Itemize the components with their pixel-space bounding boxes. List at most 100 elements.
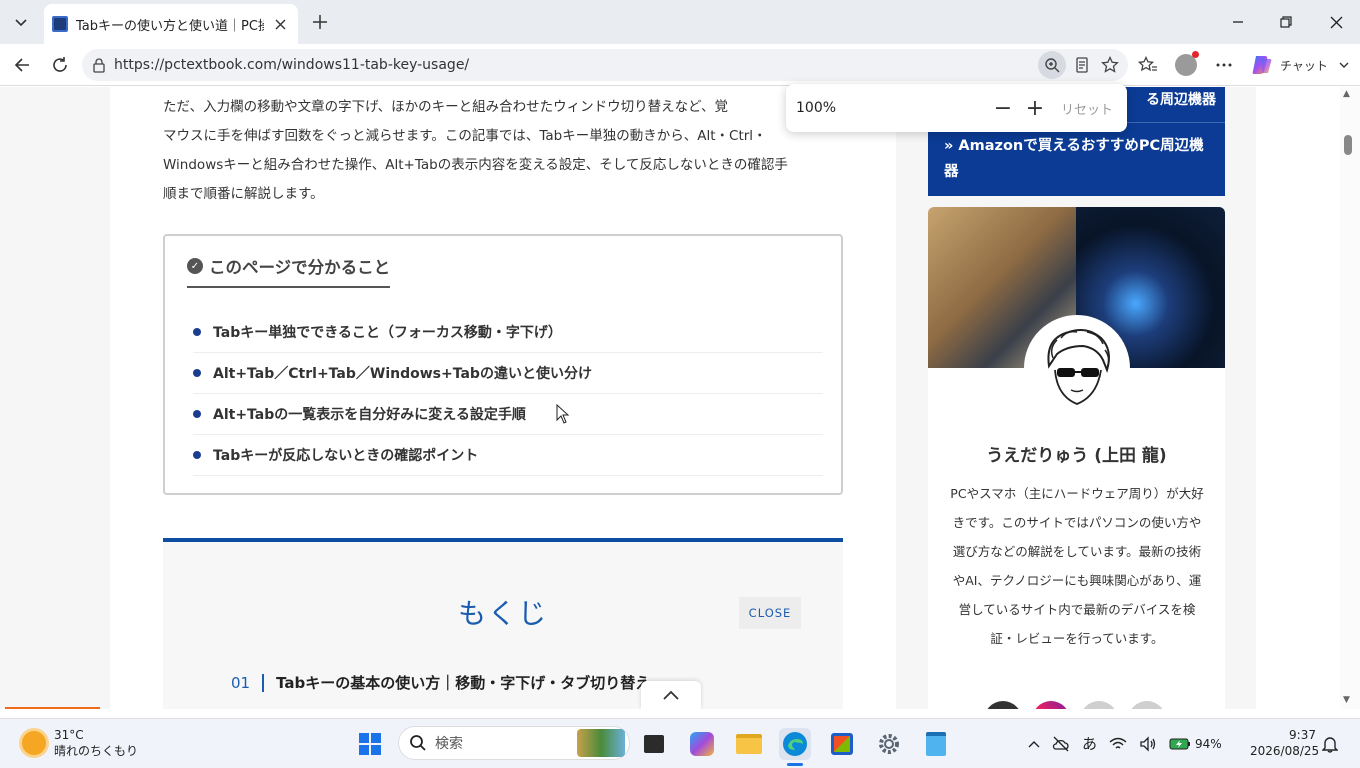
url-text: https://pctextbook.com/windows11-tab-key…: [114, 57, 470, 73]
clock[interactable]: 9:37 2026/08/25: [1250, 727, 1320, 759]
zoom-indicator-button[interactable]: [1038, 51, 1066, 79]
favorites-list-icon: [1138, 56, 1157, 72]
social-icon[interactable]: [1080, 701, 1118, 709]
list-item-text: Alt+Tab／Ctrl+Tab／Windows+Tabの違いと使い分け: [213, 366, 592, 382]
window-close-button[interactable]: [1312, 0, 1360, 44]
task-view-button[interactable]: [638, 728, 670, 760]
tab-close-button[interactable]: [270, 14, 290, 34]
list-item: Alt+Tab／Ctrl+Tab／Windows+Tabの違いと使い分け: [193, 353, 823, 394]
tab-actions-menu-button[interactable]: [6, 8, 36, 36]
intro-paragraph: ただ、入力欄の移動や文章の字下げ、ほかのキーと組み合わせたウィンドウ切り替えなど…: [163, 93, 845, 209]
profile-button[interactable]: [1172, 51, 1200, 79]
battery-charging-icon: [1169, 738, 1191, 749]
address-bar[interactable]: https://pctextbook.com/windows11-tab-key…: [82, 49, 1128, 81]
bullet-icon: [193, 369, 201, 377]
date: 2026/08/25: [1250, 744, 1320, 758]
bullet-icon: [193, 410, 201, 418]
list-item: Tabキーが反応しないときの確認ポイント: [193, 435, 823, 476]
battery-status[interactable]: 94%: [1169, 737, 1222, 751]
table-of-contents: もくじ CLOSE 01 Tabキーの基本の使い方｜移動・字下げ・タブ切り替え: [163, 538, 843, 709]
zoom-out-button[interactable]: −: [987, 92, 1019, 124]
store-app-button[interactable]: [826, 728, 858, 760]
summary-title-text: このページで分かること: [209, 258, 391, 277]
task-view-icon: [644, 735, 664, 753]
restore-icon: [1280, 16, 1292, 28]
list-item-text: Tabキーが反応しないときの確認ポイント: [213, 448, 479, 464]
social-icon[interactable]: [1128, 701, 1166, 709]
zoom-icon: [1045, 58, 1060, 73]
toc-close-button[interactable]: CLOSE: [739, 597, 801, 629]
system-tray: あ 94%: [1028, 733, 1222, 754]
scrollbar-thumb[interactable]: [1344, 135, 1352, 155]
new-tab-button[interactable]: [306, 8, 334, 36]
x-social-icon[interactable]: [984, 701, 1022, 709]
social-links: [984, 701, 1166, 709]
copilot-button[interactable]: チャット: [1250, 50, 1354, 80]
active-tab[interactable]: Tabキーの使い方と使い道｜PC操作を: [44, 4, 298, 44]
instagram-social-icon[interactable]: [1032, 701, 1070, 709]
sun-cloud-icon: [22, 731, 46, 755]
gear-icon: [879, 734, 899, 754]
page-left-margin: [0, 87, 110, 709]
search-placeholder: 検索: [435, 736, 463, 752]
speaker-icon[interactable]: [1139, 735, 1157, 752]
intro-line: 順まで順番に解説します。: [163, 186, 324, 202]
list-item-text: Alt+Tabの一覧表示を自分好みに変える設定手順: [213, 407, 526, 423]
minimize-button[interactable]: [1214, 0, 1262, 44]
close-icon: [1330, 16, 1342, 28]
m365-app-button[interactable]: [686, 728, 718, 760]
summary-box: ✓ このページで分かること Tabキー単独でできること（フォーカス移動・字下げ）…: [163, 234, 843, 495]
restore-button[interactable]: [1262, 0, 1310, 44]
windows-taskbar: 31°C 晴れのちくもり 検索 あ 94% 9:37 2026/08/25: [0, 718, 1360, 768]
toc-divider: [262, 673, 265, 692]
scroll-down-arrow-icon[interactable]: ▼: [1343, 695, 1350, 705]
cloud-offline-icon[interactable]: [1052, 735, 1070, 753]
chevron-up-icon[interactable]: [1028, 740, 1040, 748]
back-to-top-button[interactable]: [641, 681, 701, 709]
ime-indicator[interactable]: あ: [1082, 733, 1097, 754]
refresh-button[interactable]: [43, 48, 77, 82]
zoom-level: 100%: [796, 100, 837, 116]
web-page: ただ、入力欄の移動や文章の字下げ、ほかのキーと組み合わせたウィンドウ切り替えなど…: [0, 87, 1360, 709]
taskbar-search-box[interactable]: 検索: [398, 726, 630, 760]
start-button[interactable]: [354, 728, 386, 760]
temperature: 31°C: [54, 728, 84, 742]
intro-line: マウスに手を伸ばす回数をぐっと減らせます。この記事では、Tabキー単独の動きから…: [163, 128, 767, 144]
favorite-button[interactable]: [1096, 51, 1124, 79]
reader-icon: [1076, 57, 1088, 73]
vertical-scrollbar[interactable]: ▲ ▼: [1340, 87, 1360, 709]
weather-text: 31°C 晴れのちくもり: [54, 727, 138, 759]
chevron-down-icon: [1339, 62, 1349, 68]
search-highlight-icon: [577, 729, 625, 757]
bullet-icon: [193, 328, 201, 336]
author-avatar: [1024, 315, 1130, 421]
plus-icon: [313, 15, 327, 29]
notification-button[interactable]: [1321, 735, 1339, 757]
back-button[interactable]: [5, 48, 39, 82]
wifi-icon[interactable]: [1109, 737, 1127, 751]
weather-widget[interactable]: 31°C 晴れのちくもり: [22, 727, 138, 759]
copilot-label: チャット: [1280, 58, 1328, 73]
settings-app-button[interactable]: [873, 728, 905, 760]
avatar-icon: [1175, 51, 1199, 76]
list-item: Alt+Tabの一覧表示を自分好みに変える設定手順: [193, 394, 823, 435]
favorites-button[interactable]: [1134, 51, 1162, 79]
reading-progress-bar: [5, 707, 100, 709]
zoom-reset-button[interactable]: リセット: [1057, 93, 1117, 123]
reading-view-button[interactable]: [1068, 51, 1096, 79]
toc-item-link[interactable]: 01 Tabキーの基本の使い方｜移動・字下げ・タブ切り替え: [231, 672, 650, 693]
store-icon: [831, 733, 853, 755]
scroll-up-arrow-icon[interactable]: ▲: [1343, 89, 1350, 99]
refresh-icon: [53, 57, 67, 72]
file-explorer-button[interactable]: [733, 728, 765, 760]
list-item: Tabキー単独でできること（フォーカス移動・字下げ）: [193, 312, 823, 353]
copilot-icon: [1252, 56, 1272, 74]
site-favicon-icon: [52, 16, 68, 32]
amazon-link[interactable]: » Amazonで買えるおすすめPC周辺機器: [944, 133, 1216, 185]
notepad-app-button[interactable]: [920, 728, 952, 760]
edge-app-button[interactable]: [779, 728, 811, 766]
settings-more-button[interactable]: [1210, 51, 1238, 79]
zoom-in-button[interactable]: +: [1019, 92, 1051, 124]
arrow-left-icon: [14, 58, 29, 72]
active-app-indicator: [787, 763, 803, 766]
